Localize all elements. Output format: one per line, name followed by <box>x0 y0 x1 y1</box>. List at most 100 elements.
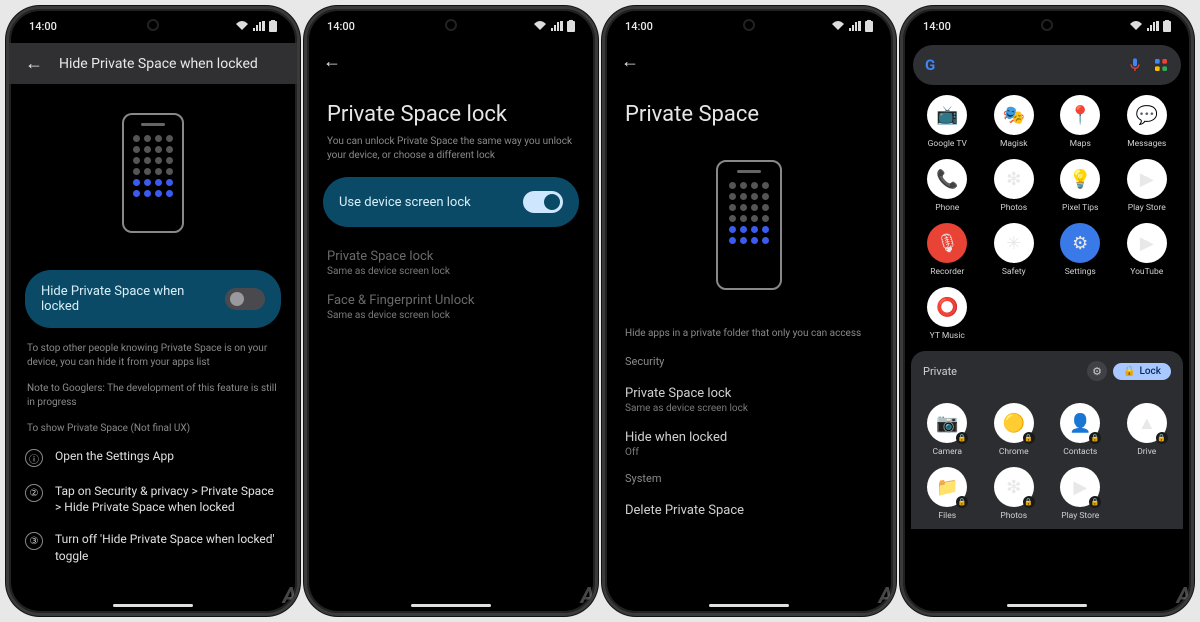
app-contacts[interactable]: 👤🔒 Contacts <box>1050 403 1111 457</box>
battery-icon <box>865 20 873 32</box>
device-lock-toggle-card[interactable]: Use device screen lock <box>323 177 579 227</box>
app-play-store[interactable]: ▶Play Store <box>1117 159 1178 213</box>
app-yt-music[interactable]: ⭕ YT Music <box>917 287 978 341</box>
app-label: Phone <box>935 203 959 213</box>
app-recorder[interactable]: 🎙 Recorder <box>917 223 978 277</box>
lens-icon[interactable] <box>1153 57 1169 73</box>
signal-icon <box>551 21 563 31</box>
hide-toggle-card[interactable]: Hide Private Space when locked <box>25 270 281 328</box>
step-number-icon: ③ <box>25 532 43 550</box>
face-fingerprint-row[interactable]: Face & Fingerprint Unlock Same as device… <box>319 285 583 329</box>
app-icon: ▶ <box>1127 159 1167 199</box>
app-magisk[interactable]: 🎭Magisk <box>984 95 1045 149</box>
description-text: To stop other people knowing Private Spa… <box>27 342 279 370</box>
search-bar[interactable]: G <box>913 45 1181 85</box>
battery-icon <box>567 20 575 32</box>
app-label: Magisk <box>1000 139 1028 149</box>
step-3: ③ Turn off 'Hide Private Space when lock… <box>25 531 281 563</box>
app-chrome[interactable]: 🟡🔒Chrome <box>984 403 1045 457</box>
hide-when-locked-row[interactable]: Hide when locked Off <box>617 422 881 466</box>
app-label: Photos <box>1000 203 1027 213</box>
app-label: YouTube <box>1130 267 1163 277</box>
app-icon: 🎙 <box>927 223 967 263</box>
signal-icon <box>849 21 861 31</box>
app-icon: ⚙ <box>1060 223 1100 263</box>
page-header: ← <box>605 43 893 84</box>
app-pixel-tips[interactable]: 💡 Pixel Tips <box>1050 159 1111 213</box>
clock: 14:00 <box>327 20 355 33</box>
app-icon: 💡 <box>1060 159 1100 199</box>
app-label: Contacts <box>1063 447 1097 457</box>
app-play-store[interactable]: ▶🔒Play Store <box>1050 467 1111 521</box>
app-label: Messages <box>1127 139 1166 149</box>
hide-toggle-switch[interactable] <box>225 288 265 310</box>
camera-notch <box>1041 19 1053 31</box>
app-google-tv[interactable]: 📺Google TV <box>917 95 978 149</box>
private-space-header: Private ⚙ 🔒 Lock <box>911 351 1183 391</box>
row-subtitle: Off <box>625 447 873 458</box>
private-badge-icon: 🔒 <box>1023 496 1035 508</box>
hero-illustration <box>25 88 281 258</box>
app-settings[interactable]: ⚙ Settings <box>1050 223 1111 277</box>
app-photos[interactable]: ❇Photos <box>984 159 1045 213</box>
private-space-lock-row[interactable]: Private Space lock Same as device screen… <box>319 241 583 285</box>
row-subtitle: Same as device screen lock <box>625 403 873 414</box>
step-1: ⓘ Open the Settings App <box>25 448 281 467</box>
battery-icon <box>1163 20 1171 32</box>
private-badge-icon: 🔒 <box>1156 432 1168 444</box>
private-badge-icon: 🔒 <box>1089 432 1101 444</box>
app-icon: 📺 <box>927 95 967 135</box>
device-lock-toggle-switch[interactable] <box>523 191 563 213</box>
app-icon: 👤🔒 <box>1060 403 1100 443</box>
row-title: Face & Fingerprint Unlock <box>327 293 575 308</box>
screen-private-space: 14:00 ← Private Space Hide a <box>602 6 896 616</box>
app-files[interactable]: 📁🔒Files <box>917 467 978 521</box>
app-label: YT Music <box>930 331 965 341</box>
page-title: Private Space <box>625 102 873 127</box>
private-badge-icon: 🔒 <box>956 496 968 508</box>
step-text: Open the Settings App <box>55 448 174 464</box>
app-safety[interactable]: ✳Safety <box>984 223 1045 277</box>
back-button[interactable]: ← <box>621 51 639 72</box>
app-drive[interactable]: ▲🔒Drive <box>1117 403 1178 457</box>
clock: 14:00 <box>923 20 951 33</box>
home-indicator[interactable] <box>709 604 789 607</box>
mic-icon[interactable] <box>1127 57 1143 73</box>
app-photos[interactable]: ❇🔒Photos <box>984 467 1045 521</box>
wifi-icon <box>1129 21 1143 31</box>
app-label: Pixel Tips <box>1062 203 1098 213</box>
row-title: Private Space lock <box>327 249 575 264</box>
row-subtitle: Same as device screen lock <box>327 266 575 277</box>
back-button[interactable]: ← <box>323 51 341 72</box>
app-youtube[interactable]: ▶YouTube <box>1117 223 1178 277</box>
app-icon: 📁🔒 <box>927 467 967 507</box>
app-camera[interactable]: 📷🔒Camera <box>917 403 978 457</box>
home-indicator[interactable] <box>411 604 491 607</box>
private-space-lock-row[interactable]: Private Space lock Same as device screen… <box>617 378 881 422</box>
app-maps[interactable]: 📍 Maps <box>1050 95 1111 149</box>
app-label: Maps <box>1070 139 1091 149</box>
lock-icon: 🔒 <box>1123 366 1135 377</box>
app-label: Settings <box>1065 267 1096 277</box>
app-messages[interactable]: 💬 Messages <box>1117 95 1178 149</box>
app-icon: ⭕ <box>927 287 967 327</box>
hero-subtitle: Hide apps in a private folder that only … <box>625 327 873 341</box>
delete-private-space-row[interactable]: Delete Private Space <box>617 495 881 526</box>
private-settings-button[interactable]: ⚙ <box>1087 361 1107 381</box>
page-header: ← Hide Private Space when locked <box>9 43 297 84</box>
signal-icon <box>253 21 265 31</box>
home-indicator[interactable] <box>1007 604 1087 607</box>
private-label: Private <box>923 365 957 378</box>
back-button[interactable]: ← <box>25 53 43 74</box>
app-icon: 💬 <box>1127 95 1167 135</box>
app-grid: 📺Google TV🎭Magisk 📍 Maps 💬 Messages 📞Phone❇Ph… <box>903 95 1191 341</box>
app-label: Recorder <box>930 267 964 277</box>
app-icon: 📍 <box>1060 95 1100 135</box>
app-phone[interactable]: 📞Phone <box>917 159 978 213</box>
camera-notch <box>743 19 755 31</box>
private-badge-icon: 🔒 <box>1023 432 1035 444</box>
home-indicator[interactable] <box>113 604 193 607</box>
step-text: Tap on Security & privacy > Private Spac… <box>55 483 281 515</box>
lock-button[interactable]: 🔒 Lock <box>1113 363 1171 380</box>
app-icon: ▲🔒 <box>1127 403 1167 443</box>
